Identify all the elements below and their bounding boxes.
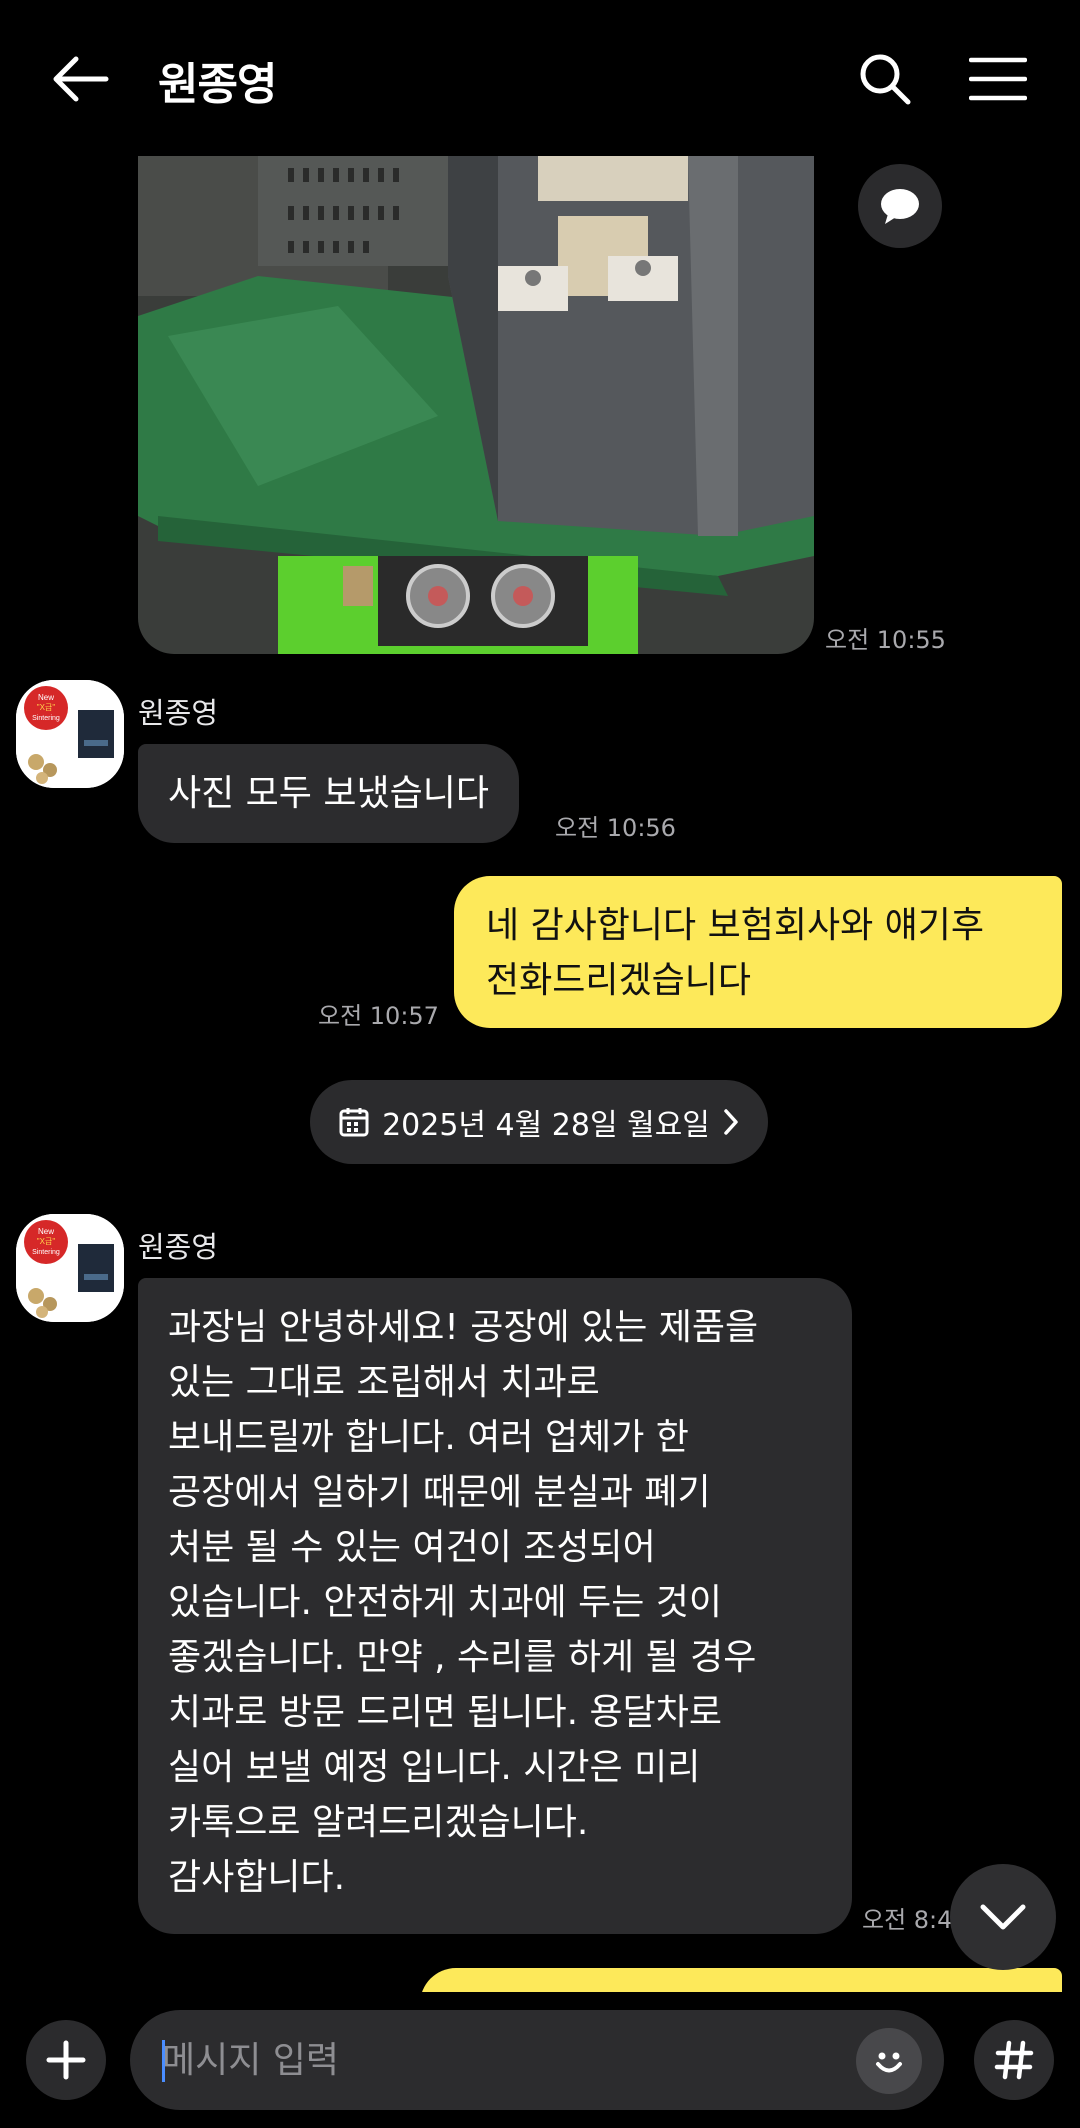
message-text-line: 감사합니다. [168,1857,346,1898]
message-input[interactable] [162,2010,842,2110]
message-input-bar [0,1992,1080,2128]
search-icon [860,54,911,105]
arrow-left-icon [53,56,109,102]
avatar-image: New "X급" Sintering [16,680,124,788]
svg-text:New: New [38,693,54,702]
hashtag-search-button[interactable] [974,2020,1054,2100]
hamburger-menu-icon [969,57,1027,101]
message-time: 오전 10:56 [555,814,676,842]
message-text-line: 있는 그대로 조립해서 치과로 [168,1362,600,1403]
emoji-icon [876,2052,902,2073]
outgoing-message-bubble[interactable]: 네 감사합니다 보험회사와 얘기후 전화드리겠습니다 [454,876,1062,1028]
chat-title: 원종영 [158,59,277,110]
attach-button[interactable] [26,2020,106,2100]
outgoing-message-bubble[interactable] [420,1968,1062,1992]
svg-text:"X급": "X급" [37,1237,56,1246]
message-text-line: 과장님 안녕하세요! 공장에 있는 제품을 [168,1307,759,1348]
message-text-line: 있습니다. 안전하게 치과에 두는 것이 [168,1582,723,1623]
message-text-line: 치과로 방문 드리면 됩니다. 용달차로 [168,1692,723,1733]
message-text-line: 카톡으로 알려드리겠습니다. [168,1802,589,1843]
incoming-message-bubble[interactable]: 사진 모두 보냈습니다 [138,744,519,843]
menu-button[interactable] [960,44,1036,114]
calendar-icon [339,1108,369,1137]
date-label: 2025년 4월 28일 월요일 [382,1108,710,1143]
message-text-line: 보내드릴까 합니다. 여러 업체가 한 [168,1417,689,1458]
chat-header: 원종영 [0,0,1080,156]
speech-bubble-icon [881,189,919,224]
message-text-line: 전화드리겠습니다 [486,960,751,1001]
message-input-box[interactable] [130,2010,944,2110]
chevron-down-icon [980,1904,1026,1930]
search-button[interactable] [850,44,920,114]
avatar[interactable]: New "X급" Sintering [16,680,124,788]
svg-text:Sintering: Sintering [32,1249,60,1256]
equipment-photo [138,156,814,654]
date-divider[interactable]: 2025년 4월 28일 월요일 [310,1080,768,1164]
message-text-line: 처분 될 수 있는 여건이 조성되어 [168,1527,656,1568]
share-comment-button[interactable] [858,164,942,248]
photo-message[interactable] [138,156,814,654]
message-text-line: 네 감사합니다 보험회사와 얘기후 [486,905,985,946]
svg-text:Sintering: Sintering [32,715,60,722]
message-list[interactable]: 오전 10:55 New "X급" Sintering 원종영 사진 모두 보냈… [0,156,1080,1992]
avatar-image: New "X급" Sintering [16,1214,124,1322]
sender-name: 원종영 [138,696,219,730]
svg-text:New: New [38,1227,54,1236]
svg-text:"X급": "X급" [37,703,56,712]
message-time: 오전 10:55 [825,626,946,654]
message-time: 오전 10:57 [318,1002,439,1030]
scroll-to-bottom-button[interactable] [950,1864,1056,1970]
avatar[interactable]: New "X급" Sintering [16,1214,124,1322]
hash-icon [994,2040,1034,2080]
emoji-button[interactable] [856,2028,922,2094]
text-caret [162,2040,165,2082]
sender-name: 원종영 [138,1230,219,1264]
message-text-line: 공장에서 일하기 때문에 분실과 폐기 [168,1472,711,1513]
incoming-message-bubble[interactable]: 과장님 안녕하세요! 공장에 있는 제품을 있는 그대로 조립해서 치과로 보내… [138,1278,852,1934]
plus-icon [46,2040,86,2080]
message-text: 사진 모두 보냈습니다 [168,773,489,814]
chevron-right-icon [724,1109,738,1135]
back-button[interactable] [40,44,120,114]
message-text-line: 실어 보낼 예정 입니다. 시간은 미리 [168,1747,701,1788]
message-text-line: 좋겠습니다. 만약 , 수리를 하게 될 경우 [168,1637,757,1678]
